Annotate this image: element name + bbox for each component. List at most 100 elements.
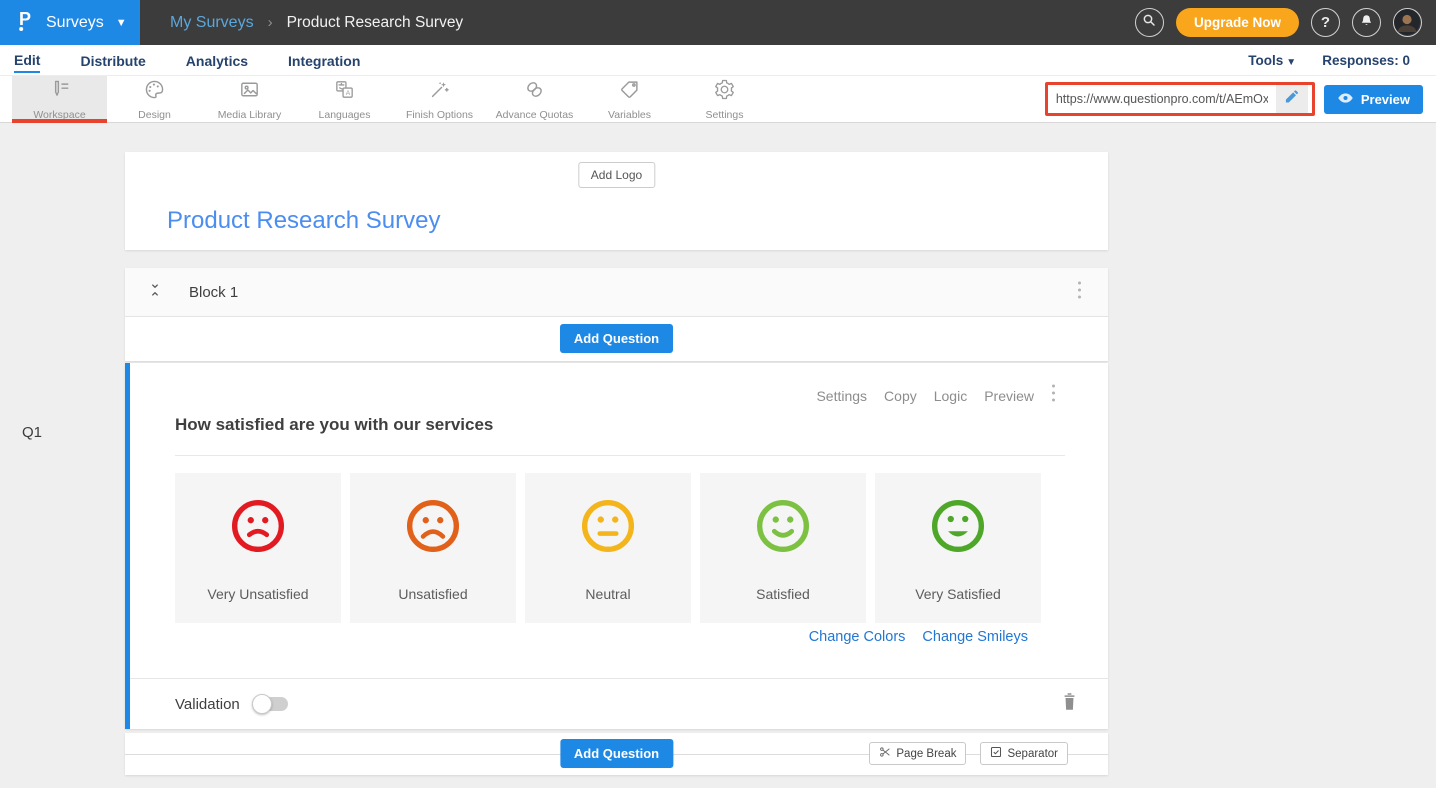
block-header: Block 1 xyxy=(125,268,1108,317)
smiley-option-unsatisfied[interactable]: Unsatisfied xyxy=(350,473,516,623)
survey-header-card: Add Logo Product Research Survey xyxy=(125,152,1108,250)
edit-url-button[interactable] xyxy=(1276,85,1308,113)
breadcrumb: My Surveys › Product Research Survey xyxy=(170,14,463,32)
upgrade-now-button[interactable]: Upgrade Now xyxy=(1176,8,1299,37)
toolbar-item-variables[interactable]: Variables xyxy=(582,76,677,122)
question-logic-link[interactable]: Logic xyxy=(934,388,967,404)
caret-down-icon: ▼ xyxy=(116,17,127,29)
validation-toggle[interactable] xyxy=(254,697,288,711)
block-add-question-row: Add Question xyxy=(125,317,1108,360)
languages-icon: A xyxy=(333,78,356,106)
bell-icon xyxy=(1359,13,1374,33)
toolbar-item-design[interactable]: Design xyxy=(107,76,202,122)
block-card: Block 1 Add Question xyxy=(125,268,1108,361)
survey-nav-tabs: Edit Distribute Analytics Integration To… xyxy=(0,45,1436,76)
smiley-customize-links: Change Colors Change Smileys xyxy=(809,629,1028,645)
smiley-very-unsatisfied-icon xyxy=(230,473,286,559)
question-preview-link[interactable]: Preview xyxy=(984,388,1034,404)
toolbar-item-languages[interactable]: A Languages xyxy=(297,76,392,122)
product-switcher[interactable]: P Surveys ▼ xyxy=(0,0,140,45)
smiley-very-satisfied-icon xyxy=(930,473,986,559)
question-text[interactable]: How satisfied are you with our services xyxy=(175,415,1065,456)
smiley-option-very-unsatisfied[interactable]: Very Unsatisfied xyxy=(175,473,341,623)
editor-toolbar: Workspace Design Media Library A Languag… xyxy=(0,76,1436,123)
trash-icon[interactable] xyxy=(1061,692,1078,716)
add-question-button[interactable]: Add Question xyxy=(560,324,673,353)
preview-button[interactable]: Preview xyxy=(1324,85,1423,114)
search-button[interactable] xyxy=(1135,8,1164,37)
toggle-knob xyxy=(252,694,272,714)
svg-text:P: P xyxy=(19,9,31,29)
smiley-option-neutral[interactable]: Neutral xyxy=(525,473,691,623)
footer-insert-buttons: Page Break Separator xyxy=(869,742,1068,765)
smiley-unsatisfied-icon xyxy=(405,473,461,559)
eye-icon xyxy=(1337,92,1354,107)
finish-options-icon xyxy=(428,78,451,106)
media-library-icon xyxy=(238,78,261,106)
top-bar: P Surveys ▼ My Surveys › Product Researc… xyxy=(0,0,1436,45)
smiley-neutral-icon xyxy=(580,473,636,559)
svg-text:A: A xyxy=(346,90,351,97)
survey-url-box xyxy=(1045,82,1315,116)
question-copy-link[interactable]: Copy xyxy=(884,388,917,404)
search-icon xyxy=(1141,12,1157,33)
kebab-menu-icon[interactable] xyxy=(1077,280,1082,305)
tab-distribute[interactable]: Distribute xyxy=(80,49,145,72)
breadcrumb-my-surveys[interactable]: My Surveys xyxy=(170,14,254,32)
editor-workspace: Q1 Add Logo Product Research Survey Bloc… xyxy=(0,123,1436,788)
collapse-icon[interactable] xyxy=(147,281,163,304)
settings-icon xyxy=(713,78,736,106)
tab-analytics[interactable]: Analytics xyxy=(186,49,248,72)
caret-down-icon: ▼ xyxy=(1286,57,1296,68)
question-settings-link[interactable]: Settings xyxy=(816,388,867,404)
advance-quotas-icon xyxy=(523,78,546,106)
checkbox-check-icon xyxy=(990,746,1002,761)
tab-edit[interactable]: Edit xyxy=(14,48,40,73)
avatar[interactable] xyxy=(1393,8,1422,37)
kebab-menu-icon[interactable] xyxy=(1051,383,1056,408)
change-smileys-link[interactable]: Change Smileys xyxy=(922,629,1028,645)
pencil-icon xyxy=(1284,89,1299,109)
toolbar-right: Preview xyxy=(1045,76,1436,122)
smiley-scale: Very Unsatisfied Unsatisfied Neutral xyxy=(175,473,1041,623)
block-title[interactable]: Block 1 xyxy=(189,284,238,301)
breadcrumb-chevron-icon: › xyxy=(268,14,273,31)
page-break-button[interactable]: Page Break xyxy=(869,742,966,765)
toolbar-item-finish-options[interactable]: Finish Options xyxy=(392,76,487,122)
change-colors-link[interactable]: Change Colors xyxy=(809,629,906,645)
toolbar-item-media-library[interactable]: Media Library xyxy=(202,76,297,122)
product-menu-label: Surveys xyxy=(46,14,104,32)
smiley-option-satisfied[interactable]: Satisfied xyxy=(700,473,866,623)
question-menu: Settings Copy Logic Preview xyxy=(816,383,1056,408)
toolbar-item-settings[interactable]: Settings xyxy=(677,76,772,122)
questionpro-logo-icon: P xyxy=(16,7,36,38)
workspace-icon xyxy=(48,78,71,106)
breadcrumb-current-survey: Product Research Survey xyxy=(287,14,464,32)
toolbar-item-advance-quotas[interactable]: Advance Quotas xyxy=(487,76,582,122)
add-question-button-bottom[interactable]: Add Question xyxy=(560,739,673,768)
question-card: Settings Copy Logic Preview How satisfie… xyxy=(125,363,1108,729)
scissors-icon xyxy=(879,746,891,761)
top-bar-actions: Upgrade Now ? xyxy=(1135,8,1436,37)
block-footer-card: Add Question Page Break Separator xyxy=(125,733,1108,775)
variables-icon xyxy=(618,78,641,106)
separator-button[interactable]: Separator xyxy=(980,742,1068,765)
nav-tabs-right: Tools▼ Responses: 0 xyxy=(1248,53,1422,68)
tab-integration[interactable]: Integration xyxy=(288,49,360,72)
question-footer: Validation xyxy=(130,678,1108,729)
responses-count: Responses: 0 xyxy=(1322,53,1410,68)
tools-dropdown[interactable]: Tools▼ xyxy=(1248,53,1296,68)
question-number-label: Q1 xyxy=(22,424,42,441)
toolbar-item-workspace[interactable]: Workspace xyxy=(12,76,107,122)
validation-label: Validation xyxy=(175,696,240,713)
survey-title[interactable]: Product Research Survey xyxy=(167,207,440,235)
question-mark-icon: ? xyxy=(1321,14,1330,31)
smiley-satisfied-icon xyxy=(755,473,811,559)
questionpro-survey-editor: P Surveys ▼ My Surveys › Product Researc… xyxy=(0,0,1436,788)
survey-url-input[interactable] xyxy=(1048,92,1276,106)
design-icon xyxy=(143,78,166,106)
help-button[interactable]: ? xyxy=(1311,8,1340,37)
add-logo-button[interactable]: Add Logo xyxy=(578,162,655,188)
notifications-button[interactable] xyxy=(1352,8,1381,37)
smiley-option-very-satisfied[interactable]: Very Satisfied xyxy=(875,473,1041,623)
